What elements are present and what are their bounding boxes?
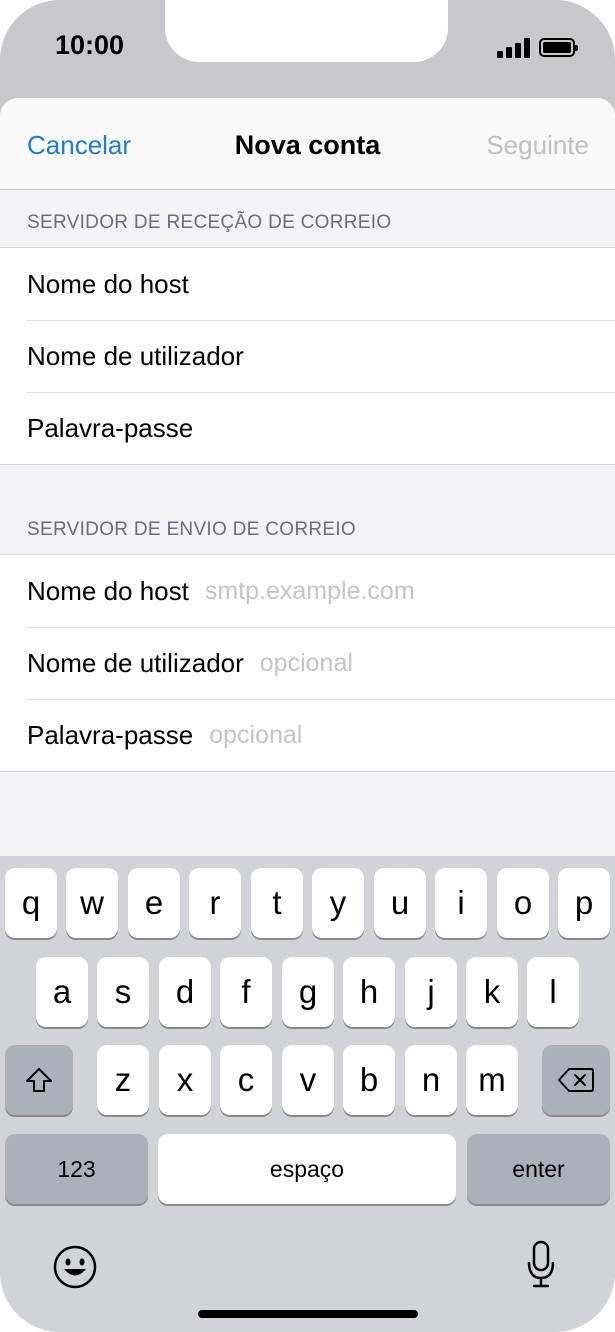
navigation-bar: Cancelar Nova conta Seguinte bbox=[0, 98, 615, 190]
outgoing-password-field[interactable]: opcional bbox=[209, 721, 302, 750]
incoming-password-label: Palavra-passe bbox=[27, 412, 194, 443]
key-w[interactable]: w bbox=[66, 868, 118, 938]
key-n[interactable]: n bbox=[405, 1045, 457, 1115]
microphone-icon[interactable] bbox=[526, 1240, 556, 1290]
shift-icon bbox=[26, 1068, 52, 1092]
enter-key[interactable]: enter bbox=[467, 1134, 610, 1204]
numbers-key[interactable]: 123 bbox=[5, 1134, 148, 1204]
keyboard: q w e r t y u i o p a s d f g h j k l z … bbox=[0, 856, 615, 1332]
battery-icon bbox=[539, 38, 578, 57]
incoming-username-label: Nome de utilizador bbox=[27, 340, 244, 371]
outgoing-hostname-field[interactable]: smtp.example.com bbox=[205, 577, 415, 606]
key-g[interactable]: g bbox=[282, 957, 334, 1027]
key-k[interactable]: k bbox=[466, 957, 518, 1027]
incoming-server-group: Nome do host Nome de utilizador Palavra-… bbox=[0, 247, 615, 465]
key-v[interactable]: v bbox=[282, 1045, 334, 1115]
key-y[interactable]: y bbox=[312, 868, 364, 938]
key-m[interactable]: m bbox=[466, 1045, 518, 1115]
key-t[interactable]: t bbox=[251, 868, 303, 938]
key-l[interactable]: l bbox=[527, 957, 579, 1027]
next-button[interactable]: Seguinte bbox=[486, 130, 589, 161]
outgoing-server-group: Nome do host smtp.example.com Nome de ut… bbox=[0, 554, 615, 772]
outgoing-username-row[interactable]: Nome de utilizador opcional bbox=[0, 627, 615, 699]
notch bbox=[165, 0, 448, 62]
key-b[interactable]: b bbox=[343, 1045, 395, 1115]
delete-key[interactable] bbox=[542, 1045, 610, 1115]
home-indicator[interactable] bbox=[198, 1310, 418, 1318]
space-key[interactable]: espaço bbox=[158, 1134, 456, 1204]
outgoing-server-header: SERVIDOR DE ENVIO DE CORREIO bbox=[27, 519, 356, 540]
status-time: 10:00 bbox=[55, 30, 125, 60]
emoji-icon[interactable] bbox=[52, 1244, 98, 1290]
incoming-hostname-row[interactable]: Nome do host bbox=[0, 248, 615, 320]
key-o[interactable]: o bbox=[497, 868, 549, 938]
key-z[interactable]: z bbox=[97, 1045, 149, 1115]
outgoing-password-label: Palavra-passe bbox=[27, 719, 194, 750]
incoming-hostname-label: Nome do host bbox=[27, 268, 189, 299]
key-p[interactable]: p bbox=[558, 868, 610, 938]
incoming-username-row[interactable]: Nome de utilizador bbox=[0, 320, 615, 392]
key-q[interactable]: q bbox=[5, 868, 57, 938]
outgoing-hostname-label: Nome do host bbox=[27, 575, 189, 606]
outgoing-hostname-row[interactable]: Nome do host smtp.example.com bbox=[0, 555, 615, 627]
incoming-password-row[interactable]: Palavra-passe bbox=[0, 392, 615, 464]
phone-screen: 10:00 Cancelar Nova conta Seguinte SERVI… bbox=[0, 0, 615, 1332]
key-a[interactable]: a bbox=[36, 957, 88, 1027]
key-u[interactable]: u bbox=[374, 868, 426, 938]
key-c[interactable]: c bbox=[220, 1045, 272, 1115]
key-d[interactable]: d bbox=[159, 957, 211, 1027]
key-j[interactable]: j bbox=[405, 957, 457, 1027]
key-i[interactable]: i bbox=[435, 868, 487, 938]
new-account-sheet: Cancelar Nova conta Seguinte SERVIDOR DE… bbox=[0, 98, 615, 858]
key-x[interactable]: x bbox=[159, 1045, 211, 1115]
delete-icon bbox=[558, 1068, 594, 1092]
outgoing-username-label: Nome de utilizador bbox=[27, 647, 244, 678]
signal-icon bbox=[497, 38, 531, 58]
key-r[interactable]: r bbox=[189, 868, 241, 938]
outgoing-password-row[interactable]: Palavra-passe opcional bbox=[0, 699, 615, 771]
key-s[interactable]: s bbox=[97, 957, 149, 1027]
incoming-server-header: SERVIDOR DE RECEÇÃO DE CORREIO bbox=[27, 212, 392, 233]
key-f[interactable]: f bbox=[220, 957, 272, 1027]
outgoing-username-field[interactable]: opcional bbox=[260, 649, 353, 678]
key-e[interactable]: e bbox=[128, 868, 180, 938]
shift-key[interactable] bbox=[5, 1045, 73, 1115]
key-h[interactable]: h bbox=[343, 957, 395, 1027]
